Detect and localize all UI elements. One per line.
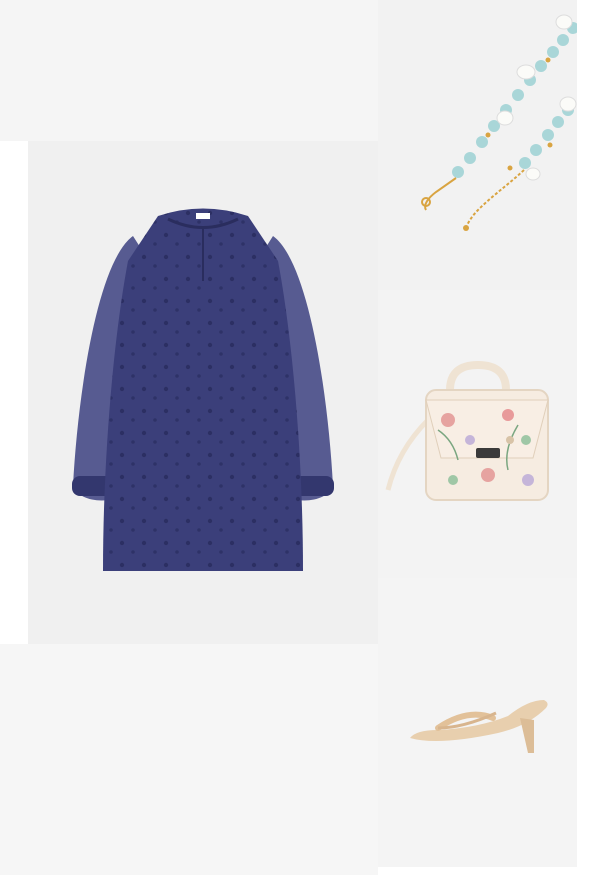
background-strip-bottom bbox=[0, 644, 378, 875]
handbag-icon bbox=[385, 360, 549, 501]
background-strip-top bbox=[0, 0, 378, 141]
sandal-tile[interactable] bbox=[378, 578, 577, 867]
sandal-icon bbox=[410, 700, 548, 753]
bracelet-icon bbox=[421, 14, 577, 231]
dress-tile[interactable] bbox=[28, 141, 378, 644]
bracelet-tile[interactable] bbox=[378, 0, 577, 290]
dress-icon bbox=[72, 208, 334, 571]
handbag-tile[interactable] bbox=[378, 290, 577, 578]
